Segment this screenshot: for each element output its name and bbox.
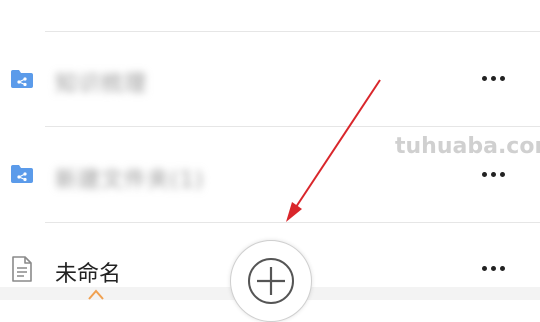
annotation-arrow (286, 79, 381, 222)
